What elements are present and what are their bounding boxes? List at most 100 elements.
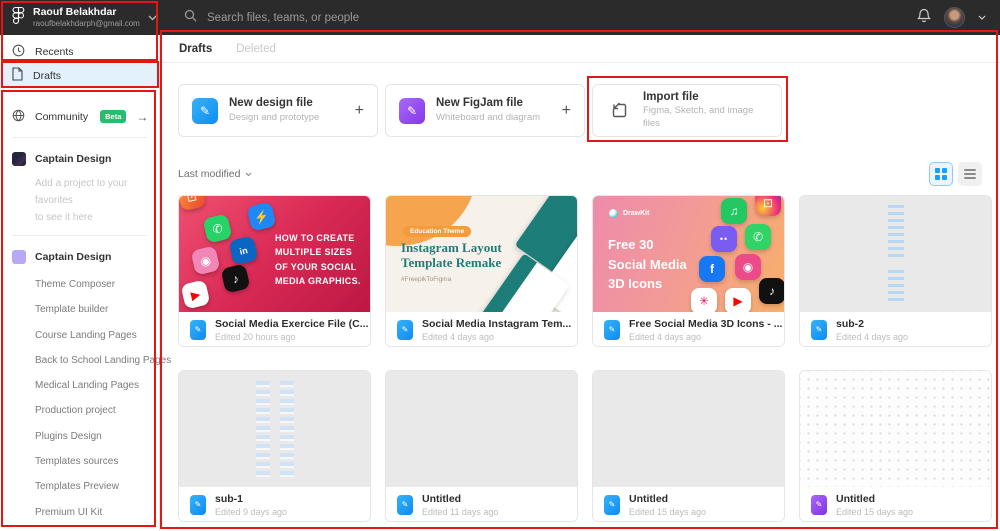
file-card[interactable]: ✎ Untitled Edited 15 days ago (592, 370, 785, 522)
sidebar-item-label: Recents (35, 45, 74, 58)
new-file-cards: ✎ New design file Design and prototype +… (178, 84, 982, 137)
topbar: Raouf Belakhdar raoufbelakhdarph@gmail.c… (0, 0, 1000, 35)
plus-icon[interactable]: + (355, 102, 364, 120)
sidebar-item-drafts[interactable]: Drafts (0, 63, 159, 88)
card-subtitle: Figma, Sketch, and image files (643, 105, 754, 130)
grid-view-button[interactable] (929, 162, 953, 186)
project-item[interactable]: Premium templates (0, 525, 159, 531)
bell-icon[interactable] (917, 8, 931, 28)
file-thumbnail (800, 196, 991, 312)
file-card[interactable]: ✎ sub-1 Edited 9 days ago (178, 370, 371, 522)
dribbble-icon: ◉ (735, 254, 761, 280)
clock-icon (12, 44, 25, 60)
file-name: Social Media Instagram Tem... (422, 317, 572, 330)
tiny-layers-decoration (887, 205, 904, 261)
whatsapp-icon: ✆ (202, 213, 233, 244)
search-bar (160, 9, 917, 27)
project-item[interactable]: Templates sources (0, 449, 159, 474)
file-thumbnail: ⊡ ⚡ ✆ in ◉ ♪ ▶ HOW TO CREATE MULTIPLE SI… (179, 196, 370, 312)
import-icon (606, 98, 632, 124)
file-card-footer: ✎ sub-2 Edited 4 days ago (800, 312, 991, 346)
project-item[interactable]: Plugins Design (0, 424, 159, 449)
grid-icon (935, 168, 947, 180)
chevron-down-icon (246, 172, 252, 176)
file-card[interactable]: ✎ Untitled Edited 15 days ago (799, 370, 992, 522)
file-card-footer: ✎ Untitled Edited 15 days ago (800, 487, 991, 521)
sidebar: Recents Drafts Community Beta → Captain … (0, 35, 171, 531)
file-card[interactable]: ✎ sub-2 Edited 4 days ago (799, 195, 992, 347)
project-item[interactable]: Back to School Landing Pages (0, 348, 171, 373)
file-card[interactable]: ✎ Untitled Edited 11 days ago (385, 370, 578, 522)
list-icon (964, 169, 976, 179)
design-file-icon: ✎ (192, 97, 218, 124)
figma-logo-icon (12, 6, 25, 30)
import-file-card[interactable]: Import file Figma, Sketch, and image fil… (592, 84, 782, 137)
slack-icon: ✳ (691, 288, 717, 312)
figjam-file-icon: ✎ (399, 97, 425, 124)
file-name: Untitled (629, 492, 669, 505)
favorites-team-header[interactable]: Captain Design (0, 152, 159, 166)
card-title: New design file (229, 97, 313, 110)
file-card-footer: ✎ Social Media Instagram Tem... Edited 4… (386, 312, 577, 346)
search-input[interactable] (207, 11, 527, 24)
tab-bar: Drafts Deleted (160, 35, 1000, 63)
figma-file-icon: ✎ (190, 319, 206, 340)
file-thumbnail (800, 371, 991, 487)
thumbnail-headline: HOW TO CREATE MULTIPLE SIZES OF YOUR SOC… (275, 233, 361, 287)
new-figjam-file-card[interactable]: ✎ New FigJam file Whiteboard and diagram… (385, 84, 585, 137)
card-subtitle: Design and prototype (229, 111, 320, 123)
drawkit-logo-icon (609, 209, 618, 218)
tab-drafts[interactable]: Drafts (179, 43, 212, 55)
whatsapp-icon: ✆ (745, 224, 771, 250)
file-card[interactable]: Education Theme Instagram Layout Templat… (385, 195, 578, 347)
favorites-team-name: Captain Design (35, 153, 112, 165)
youtube-icon: ▶ (725, 288, 751, 312)
project-item[interactable]: Theme Composer (0, 272, 159, 297)
instagram-icon: ⊡ (179, 196, 207, 212)
arrow-right-icon[interactable]: → (136, 110, 148, 124)
dribbble-icon: ◉ (190, 245, 221, 276)
file-card-footer: ✎ sub-1 Edited 9 days ago (179, 487, 370, 521)
sidebar-item-label: Community (35, 110, 89, 123)
project-item[interactable]: Production project (0, 398, 159, 423)
profile-chevron-down-icon[interactable] (978, 15, 986, 20)
file-card[interactable]: ⊡ ⚡ ✆ in ◉ ♪ ▶ HOW TO CREATE MULTIPLE SI… (178, 195, 371, 347)
team-name: Captain Design (35, 251, 112, 263)
sidebar-divider (12, 137, 147, 138)
sidebar-item-recents[interactable]: Recents (0, 40, 159, 63)
file-icon (12, 67, 23, 84)
list-view-button[interactable] (958, 162, 982, 186)
project-item[interactable]: Medical Landing Pages (0, 373, 159, 398)
tiny-layers-decoration (279, 381, 294, 477)
search-icon (184, 9, 197, 27)
new-design-file-card[interactable]: ✎ New design file Design and prototype + (178, 84, 378, 137)
figma-file-icon: ✎ (604, 494, 620, 515)
thumbnail-title: Free 30 Social Media 3D Icons (608, 237, 687, 291)
user-avatar[interactable] (944, 7, 965, 28)
project-list: Theme Composer Template builder Course L… (0, 272, 171, 531)
project-item[interactable]: Template builder (0, 297, 159, 322)
file-card-footer: ✎ Free Social Media 3D Icons - ... Edite… (593, 312, 784, 346)
project-item[interactable]: Course Landing Pages (0, 323, 159, 348)
team-header[interactable]: Captain Design (0, 250, 159, 264)
sidebar-item-community[interactable]: Community Beta → (0, 105, 159, 128)
account-name: Raouf Belakhdar (33, 5, 117, 18)
sort-dropdown[interactable]: Last modified (178, 168, 252, 180)
file-card[interactable]: DrawKit Free 30 Social Media 3D Icons ♫ … (592, 195, 785, 347)
tiny-layers-decoration (887, 270, 904, 304)
favorites-empty-hint: Add a project to your favorites to see i… (35, 178, 128, 223)
account-switcher[interactable]: Raouf Belakhdar raoufbelakhdarph@gmail.c… (0, 0, 160, 35)
file-name: sub-1 (215, 492, 244, 505)
account-chevron-down-icon[interactable] (148, 15, 157, 21)
file-name: Untitled (422, 492, 462, 505)
tab-deleted[interactable]: Deleted (236, 43, 276, 55)
figjam-file-icon: ✎ (811, 494, 827, 515)
tiktok-icon: ♪ (759, 278, 784, 304)
project-item[interactable]: Premium UI Kit (0, 500, 159, 525)
youtube-icon: ▶ (180, 279, 211, 310)
plus-icon[interactable]: + (562, 102, 571, 120)
project-item[interactable]: Templates Preview (0, 474, 159, 499)
thumbnail-badge: Education Theme (403, 226, 472, 237)
file-name: sub-2 (836, 317, 865, 330)
file-edited: Edited 4 days ago (422, 331, 495, 342)
